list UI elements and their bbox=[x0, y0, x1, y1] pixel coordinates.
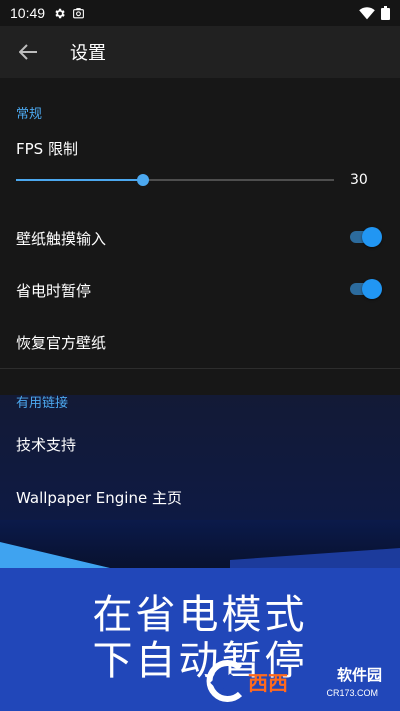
status-bar: 10:49 bbox=[0, 0, 400, 26]
page-title: 设置 bbox=[70, 43, 106, 64]
battery-icon bbox=[381, 6, 390, 20]
slider-fill bbox=[16, 179, 144, 181]
status-time: 10:49 bbox=[10, 5, 46, 21]
watermark-logo-icon bbox=[206, 660, 243, 702]
tech-support-item[interactable]: 技术支持 bbox=[16, 434, 76, 455]
power-save-switch[interactable] bbox=[350, 279, 382, 299]
watermark-url: CR173.COM bbox=[326, 688, 378, 698]
switch-thumb bbox=[362, 279, 382, 299]
homepage-item[interactable]: Wallpaper Engine 主页 bbox=[16, 487, 182, 508]
touch-input-switch[interactable] bbox=[350, 227, 382, 247]
fps-slider[interactable] bbox=[16, 174, 334, 186]
fps-value: 30 bbox=[350, 172, 368, 188]
section-divider bbox=[0, 368, 400, 369]
restore-wallpaper-item[interactable]: 恢复官方壁纸 bbox=[16, 332, 106, 353]
watermark: 西西 软件园 CR173.COM bbox=[200, 660, 382, 702]
gear-icon bbox=[53, 7, 66, 20]
power-save-label: 省电时暂停 bbox=[16, 282, 92, 300]
watermark-sub: 软件园 bbox=[336, 666, 382, 684]
app-bar: 设置 bbox=[0, 26, 400, 78]
section-header-general: 常规 bbox=[16, 107, 43, 122]
screenshot-icon bbox=[72, 7, 85, 20]
arrow-left-icon bbox=[19, 44, 37, 60]
touch-input-label: 壁纸触摸输入 bbox=[16, 230, 107, 248]
wifi-icon bbox=[359, 6, 375, 20]
light-streak bbox=[0, 542, 400, 568]
fps-limit-label: FPS 限制 bbox=[16, 140, 78, 158]
watermark-brand: 西西 bbox=[248, 670, 288, 695]
section-header-links: 有用链接 bbox=[16, 396, 69, 411]
back-button[interactable] bbox=[0, 26, 56, 78]
switch-thumb bbox=[362, 227, 382, 247]
